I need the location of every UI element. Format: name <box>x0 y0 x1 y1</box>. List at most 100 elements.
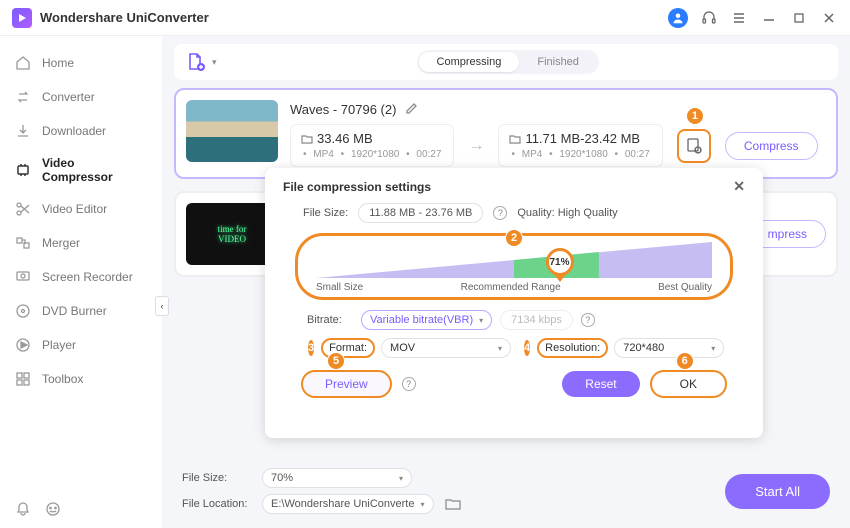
sidebar-item-toolbox[interactable]: Toolbox <box>0 362 162 396</box>
annotation-1: 1 <box>686 107 704 125</box>
compression-settings-button[interactable] <box>677 129 711 163</box>
annotation-2: 2 <box>505 229 523 247</box>
sidebar-item-downloader[interactable]: Downloader <box>0 114 162 148</box>
sidebar-item-video-compressor[interactable]: Video Compressor <box>0 148 162 192</box>
filesize-label: File Size: <box>303 207 348 219</box>
target-duration: 00:27 <box>623 149 652 160</box>
disc-icon <box>14 302 32 320</box>
toolbar: ▾ Compressing Finished <box>174 44 838 80</box>
help-icon[interactable]: ? <box>493 206 507 220</box>
play-icon <box>14 336 32 354</box>
target-format: MP4 <box>520 149 545 160</box>
source-size: 33.46 MB <box>317 131 373 146</box>
source-format: MP4 <box>311 149 336 160</box>
start-all-button[interactable]: Start All <box>725 474 830 509</box>
annotation-3: 3 <box>307 339 315 357</box>
sidebar-item-converter[interactable]: Converter <box>0 80 162 114</box>
annotation-6: 6 <box>676 352 694 370</box>
compression-settings-dialog: File compression settings ✕ File Size: 1… <box>265 168 763 438</box>
maximize-button[interactable] <box>790 9 808 27</box>
sidebar-item-dvd-burner[interactable]: DVD Burner <box>0 294 162 328</box>
source-duration: 00:27 <box>414 149 443 160</box>
slider-knob[interactable]: 71% <box>546 248 578 276</box>
compressor-icon <box>14 161 32 179</box>
recorder-icon <box>14 268 32 286</box>
sidebar-item-merger[interactable]: Merger <box>0 226 162 260</box>
annotation-5: 5 <box>327 352 345 370</box>
edit-name-icon[interactable] <box>402 100 420 118</box>
download-icon <box>14 122 32 140</box>
scissors-icon <box>14 200 32 218</box>
tabs: Compressing Finished <box>417 50 599 74</box>
bottom-bar: File Size: 70%▾ File Location: E:\Wonder… <box>174 464 838 518</box>
bitrate-label: Bitrate: <box>307 314 353 326</box>
annotation-4: 4 <box>523 339 531 357</box>
app-logo <box>12 8 32 28</box>
converter-icon <box>14 88 32 106</box>
target-size: 11.71 MB-23.42 MB <box>525 131 640 146</box>
home-icon <box>14 54 32 72</box>
sidebar-item-label: Converter <box>42 90 95 104</box>
sidebar-item-home[interactable]: Home <box>0 46 162 80</box>
sidebar: Home Converter Downloader Video Compress… <box>0 36 162 528</box>
add-file-dropdown-caret[interactable]: ▾ <box>212 57 217 68</box>
user-avatar-icon[interactable] <box>668 8 688 28</box>
filesize-label: File Size: <box>182 472 252 484</box>
resolution-label: Resolution: <box>537 338 608 358</box>
target-resolution: 1920*1080 <box>557 149 609 160</box>
arrow-icon: → <box>468 137 484 155</box>
notifications-icon[interactable] <box>14 500 32 518</box>
compress-button[interactable]: Compress <box>725 132 818 160</box>
location-select[interactable]: E:\Wondershare UniConverte▾ <box>262 494 434 514</box>
reset-button[interactable]: Reset <box>562 371 639 397</box>
filesize-select[interactable]: 70%▾ <box>262 468 412 488</box>
ok-button[interactable]: OK <box>650 370 727 398</box>
source-resolution: 1920*1080 <box>349 149 401 160</box>
sidebar-item-label: DVD Burner <box>42 304 107 318</box>
sidebar-item-label: Player <box>42 338 76 352</box>
format-select[interactable]: MOV▾ <box>381 338 511 358</box>
target-spec: 11.71 MB-23.42 MB • MP4 • 1920*1080 • 00… <box>498 124 662 167</box>
sidebar-item-screen-recorder[interactable]: Screen Recorder <box>0 260 162 294</box>
feedback-icon[interactable] <box>44 500 62 518</box>
open-folder-icon[interactable] <box>444 495 462 513</box>
bitrate-kbps-input: 7134 kbps <box>500 310 573 330</box>
slider-label-small: Small Size <box>316 282 363 293</box>
dialog-title: File compression settings <box>283 180 431 194</box>
merger-icon <box>14 234 32 252</box>
help-icon[interactable]: ? <box>581 313 595 327</box>
location-label: File Location: <box>182 498 252 510</box>
folder-icon <box>509 133 521 145</box>
slider-label-recommended: Recommended Range <box>461 282 561 293</box>
slider-value: 71% <box>550 257 570 268</box>
quality-label: Quality: High Quality <box>517 207 617 219</box>
app-title: Wondershare UniConverter <box>40 10 209 25</box>
resolution-select[interactable]: 720*480▾ <box>614 338 724 358</box>
preview-button[interactable]: Preview <box>301 370 392 398</box>
slider-label-best: Best Quality <box>658 282 712 293</box>
sidebar-item-player[interactable]: Player <box>0 328 162 362</box>
minimize-button[interactable] <box>760 9 778 27</box>
file-card: Waves - 70796 (2) 33.46 MB • MP4 • 1920*… <box>174 88 838 179</box>
filesize-value: 11.88 MB - 23.76 MB <box>358 203 483 223</box>
dialog-close-button[interactable]: ✕ <box>733 178 745 195</box>
titlebar: Wondershare UniConverter <box>0 0 850 36</box>
sidebar-item-label: Video Editor <box>42 202 107 216</box>
sidebar-item-video-editor[interactable]: Video Editor <box>0 192 162 226</box>
sidebar-item-label: Toolbox <box>42 372 83 386</box>
sidebar-item-label: Downloader <box>42 124 106 138</box>
support-headset-icon[interactable] <box>700 9 718 27</box>
toolbox-icon <box>14 370 32 388</box>
tab-compressing[interactable]: Compressing <box>419 52 520 72</box>
sidebar-item-label: Video Compressor <box>42 156 148 184</box>
menu-icon[interactable] <box>730 9 748 27</box>
tab-finished[interactable]: Finished <box>519 52 597 72</box>
add-file-icon[interactable] <box>186 51 208 73</box>
source-spec: 33.46 MB • MP4 • 1920*1080 • 00:27 <box>290 124 454 167</box>
video-thumbnail[interactable] <box>186 100 278 162</box>
folder-icon <box>301 133 313 145</box>
bitrate-select[interactable]: Variable bitrate(VBR)▾ <box>361 310 492 330</box>
sidebar-item-label: Merger <box>42 236 80 250</box>
close-button[interactable] <box>820 9 838 27</box>
help-icon[interactable]: ? <box>402 377 416 391</box>
